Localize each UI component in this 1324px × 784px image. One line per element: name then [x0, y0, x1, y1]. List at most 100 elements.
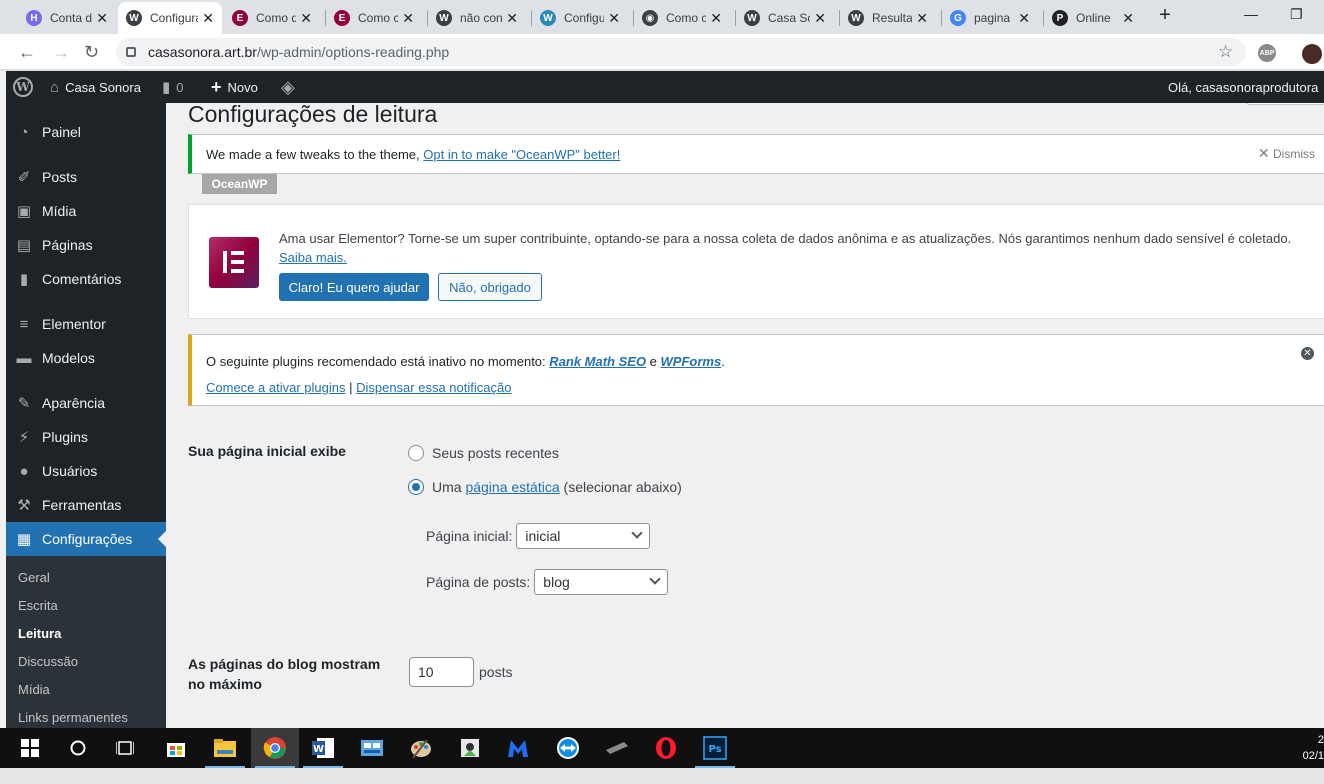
opt-in-button[interactable]: Claro! Eu quero ajudar — [279, 273, 429, 301]
sidebar-item-usuarios[interactable]: ● Usuários — [6, 454, 166, 488]
sidebar-item-painel[interactable]: ◔ Painel — [6, 115, 166, 149]
account-menu[interactable]: Olá, casasonoraprodutora — [1168, 71, 1318, 103]
word-icon[interactable]: W — [299, 728, 347, 768]
address-bar[interactable]: casasonora.art.br/wp-admin/options-readi… — [116, 38, 1246, 66]
tab-close-icon[interactable]: ✕ — [300, 10, 312, 27]
site-name-link[interactable]: ⌂ Casa Sonora — [50, 71, 141, 103]
browser-tab[interactable]: W Configu ✕ — [532, 2, 628, 34]
activate-plugins-link[interactable]: Comece a ativar plugins — [206, 380, 345, 395]
windows-start-icon[interactable] — [6, 728, 54, 768]
postspage-select[interactable]: blog — [534, 569, 669, 595]
new-tab-button[interactable]: + — [1154, 4, 1176, 30]
sidebar-item-midia[interactable]: ▣ Mídia — [6, 194, 166, 228]
paint-icon[interactable] — [397, 728, 445, 768]
radio-recent-posts-row[interactable]: Seus posts recentes — [408, 445, 559, 461]
sidebar-item-plugins[interactable]: ⚡ Plugins — [6, 420, 166, 454]
tab-close-icon[interactable]: ✕ — [402, 10, 414, 27]
sidebar-item-comentarios[interactable]: ▮ Comentários — [6, 262, 166, 296]
file-explorer-icon[interactable] — [201, 728, 249, 768]
sidebar-item-modelos[interactable]: ▬ Modelos — [6, 341, 166, 375]
folder-icon: ▬ — [16, 349, 32, 367]
tab-close-icon[interactable]: ✕ — [202, 10, 214, 27]
no-thanks-button[interactable]: Não, obrigado — [438, 273, 542, 301]
browser-tab[interactable]: W Resulta ✕ — [840, 2, 936, 34]
malwarebytes-icon[interactable] — [494, 728, 542, 768]
dismiss-notice-link[interactable]: Dispensar essa notificação — [356, 380, 511, 395]
homepage-label: Página inicial: — [426, 528, 513, 544]
restore-icon[interactable]: ❐ — [1290, 6, 1303, 23]
tab-label: Conta de — [50, 11, 93, 25]
device-icon[interactable] — [593, 728, 641, 768]
browser-tab[interactable]: P Online ✕ — [1044, 2, 1142, 34]
tab-favicon-icon: E — [334, 10, 350, 26]
back-arrow-icon[interactable]: ← — [18, 42, 36, 63]
forward-arrow-icon[interactable]: → — [52, 42, 70, 63]
radio-static-page[interactable] — [408, 479, 424, 495]
task-view-icon[interactable] — [101, 728, 149, 768]
tab-close-icon[interactable]: ✕ — [608, 10, 620, 27]
search-icon[interactable] — [54, 728, 102, 768]
browser-tab[interactable]: E Como d ✕ — [224, 2, 320, 34]
submenu-item[interactable]: Mídia — [18, 682, 50, 697]
plugins-notice-text: O seguinte plugins recomendado está inat… — [206, 354, 550, 369]
sidebar-item-configuracoes[interactable]: ▦ Configurações — [6, 522, 166, 556]
control-panel-icon[interactable] — [348, 728, 396, 768]
submenu-item[interactable]: Discussão — [18, 654, 78, 669]
wordpress-logo-menu[interactable]: W — [13, 71, 33, 103]
reload-icon[interactable]: ↻ — [84, 42, 99, 63]
tab-close-icon[interactable]: ✕ — [710, 10, 722, 27]
browser-tab[interactable]: E Como c ✕ — [326, 2, 422, 34]
posts-per-page-input[interactable]: 10 — [409, 657, 474, 687]
photoshop-icon[interactable]: Ps — [691, 728, 739, 768]
radio-static-page-row[interactable]: Uma página estática (selecionar abaixo) — [408, 479, 682, 495]
theme-diamond-menu[interactable]: ◈ — [281, 71, 301, 103]
homepage-select[interactable]: inicial — [516, 523, 651, 549]
screen-options-tab[interactable] — [1246, 103, 1324, 105]
sidebar-item-elementor[interactable]: ≡ Elementor — [6, 307, 166, 341]
comments-link[interactable]: ▮ 0 — [162, 71, 184, 103]
submenu-item[interactable]: Links permanentes — [18, 710, 128, 725]
tab-close-icon[interactable]: ✕ — [916, 10, 928, 27]
sidebar-item-label: Páginas — [42, 237, 93, 253]
browser-tab[interactable]: ◉ Como c ✕ — [634, 2, 730, 34]
radio-recent-posts[interactable] — [408, 445, 424, 461]
blog-max-label-line1: As páginas do blog mostram — [188, 656, 381, 672]
submenu-item[interactable]: Leitura — [18, 626, 61, 641]
sidebar-item-aparencia[interactable]: ✎ Aparência — [6, 386, 166, 420]
store-icon[interactable] — [152, 728, 200, 768]
tab-close-icon[interactable]: ✕ — [814, 10, 826, 27]
adblock-extension-icon[interactable]: ABP — [1258, 44, 1276, 62]
profile-avatar[interactable] — [1302, 44, 1322, 64]
tab-favicon-icon: W — [744, 10, 760, 26]
oceanwp-optin-link[interactable]: Opt in to make "OceanWP" better! — [423, 147, 620, 162]
tab-close-icon[interactable]: ✕ — [506, 10, 518, 27]
submenu-item[interactable]: Geral — [18, 570, 50, 585]
oceanwp-dismiss-button[interactable]: ✕ Dismiss — [1258, 145, 1315, 162]
submenu-item[interactable]: Escrita — [18, 598, 58, 613]
browser-tab[interactable]: W Casa So ✕ — [736, 2, 834, 34]
teamviewer-icon[interactable] — [544, 728, 592, 768]
bookmark-star-icon[interactable]: ☆ — [1218, 42, 1233, 62]
chrome-icon[interactable] — [251, 728, 299, 768]
close-notice-icon[interactable]: ✕ — [1301, 347, 1314, 360]
opera-icon[interactable] — [642, 728, 690, 768]
learn-more-link[interactable]: Saiba mais. — [279, 250, 347, 265]
tab-close-icon[interactable]: ✕ — [1122, 10, 1134, 27]
browser-tab[interactable]: H Conta de✕ — [18, 2, 116, 34]
wpforms-link[interactable]: WPForms — [661, 354, 722, 369]
sidebar-item-ferramentas[interactable]: ⚒ Ferramentas — [6, 488, 166, 522]
browser-tab[interactable]: W Configurações ✕ — [118, 2, 222, 34]
tab-close-icon[interactable]: ✕ — [1018, 10, 1030, 27]
maps-app-icon[interactable] — [446, 728, 494, 768]
minimize-icon[interactable]: — — [1244, 6, 1258, 22]
sidebar-item-posts[interactable]: ✐ Posts — [6, 160, 166, 194]
tab-close-icon[interactable]: ✕ — [96, 10, 108, 27]
browser-tab[interactable]: Gpagina ✕ — [942, 2, 1038, 34]
sidebar-item-paginas[interactable]: ▤ Páginas — [6, 228, 166, 262]
new-content-menu[interactable]: + Novo — [211, 71, 258, 103]
clock-time: 2 — [1317, 734, 1324, 746]
rank-math-link[interactable]: Rank Math SEO — [549, 354, 646, 369]
browser-tab[interactable]: Wnão cons✕ — [428, 2, 526, 34]
static-page-link[interactable]: página estática — [465, 479, 559, 495]
system-clock[interactable]: 2 02/1 — [1296, 732, 1324, 764]
